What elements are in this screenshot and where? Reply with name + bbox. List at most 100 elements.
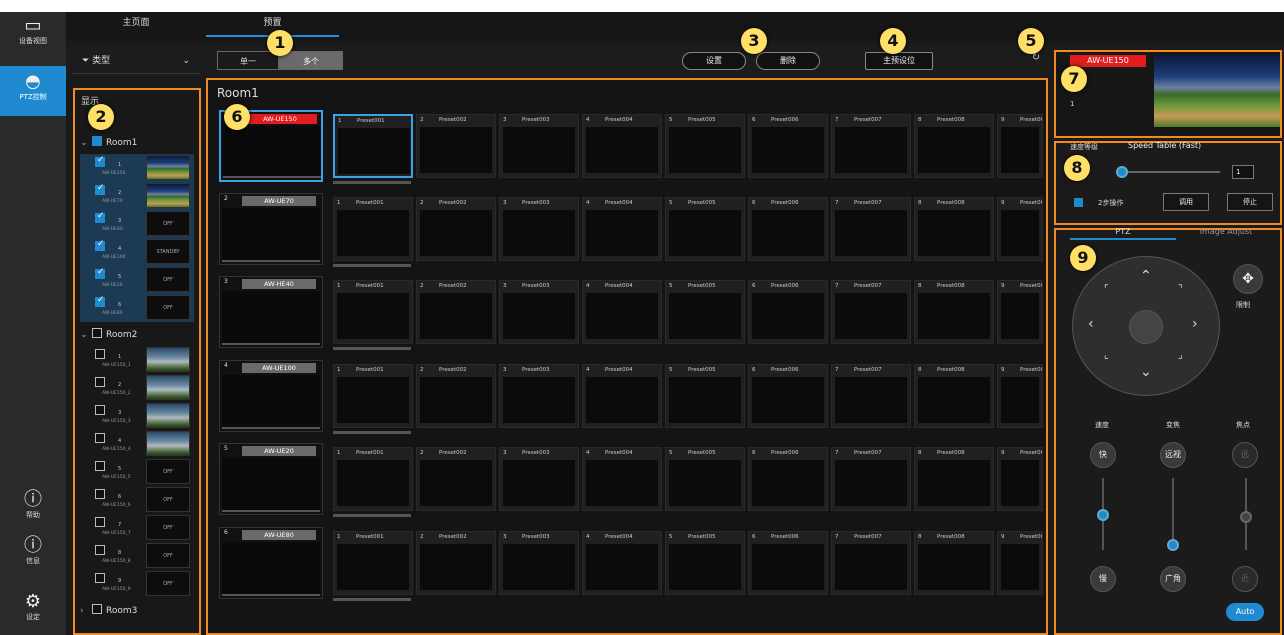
preset-tile[interactable]: 6 Preset006 <box>748 280 828 344</box>
preset-tile[interactable]: 1 Preset001 <box>333 280 413 344</box>
preset-tile[interactable]: 3 Preset003 <box>499 364 579 428</box>
preset-tile[interactable]: 5 Preset005 <box>665 197 745 261</box>
camera-checkbox[interactable] <box>95 545 105 555</box>
preset-tile[interactable]: 1 Preset001 <box>333 197 413 261</box>
tilt-down-icon[interactable]: ⌄ <box>1140 364 1152 380</box>
preset-tile[interactable]: 6 Preset006 <box>748 447 828 511</box>
tree-room-3[interactable]: › Room3 <box>80 604 137 618</box>
preset-row-scrollbar[interactable] <box>333 431 411 434</box>
expand-chevron-icon[interactable]: ⌄ <box>80 328 92 342</box>
preset-tile[interactable]: 1 Preset001 <box>333 114 413 178</box>
preset-tile[interactable]: 9 Preset009 <box>997 280 1043 344</box>
tree-camera-row[interactable]: 6 AW-UE150_6 OFF <box>80 486 194 514</box>
camera-checkbox[interactable] <box>95 517 105 527</box>
camera-checkbox[interactable] <box>95 239 105 251</box>
preset-tile[interactable]: 3 Preset003 <box>499 280 579 344</box>
single-mode-button[interactable]: 单一 <box>217 51 279 70</box>
pan-down-left-icon[interactable]: ⌞ <box>1104 350 1109 361</box>
preset-row-scrollbar[interactable] <box>333 514 411 517</box>
preset-tile[interactable]: 5 Preset005 <box>665 531 745 595</box>
nav-info[interactable]: ⓘ 信息 <box>0 536 66 572</box>
preset-tile[interactable]: 7 Preset007 <box>831 531 911 595</box>
focus-slider-handle[interactable] <box>1240 511 1252 523</box>
preset-tile[interactable]: 5 Preset005 <box>665 114 745 178</box>
camera-checkbox[interactable] <box>95 489 105 499</box>
camera-checkbox[interactable] <box>95 433 105 443</box>
preset-tile[interactable]: 8 Preset008 <box>914 447 994 511</box>
tilt-up-icon[interactable]: ⌃ <box>1140 268 1152 284</box>
preset-tile[interactable]: 5 Preset005 <box>665 364 745 428</box>
preset-tile[interactable]: 4 Preset004 <box>582 280 662 344</box>
tree-camera-row[interactable]: 3 AW-UE150_3 <box>80 402 194 430</box>
main-preset-button[interactable]: 主预设位 <box>865 52 933 70</box>
nav-device-view[interactable]: ▭ 设备视图 <box>0 16 66 62</box>
preset-tile[interactable]: 8 Preset008 <box>914 531 994 595</box>
camera-checkbox[interactable] <box>95 183 105 195</box>
preset-tile[interactable]: 6 Preset006 <box>748 364 828 428</box>
preset-tile[interactable]: 9 Preset009 <box>997 447 1043 511</box>
camera-checkbox[interactable] <box>95 267 105 279</box>
focus-far-button[interactable]: 远 <box>1232 442 1258 468</box>
camera-card[interactable]: 3 AW-HE40 <box>219 276 323 348</box>
preset-tile[interactable]: 9 Preset009 <box>997 197 1043 261</box>
speed-value-field[interactable]: 1 <box>1232 165 1254 179</box>
preset-tile[interactable]: 7 Preset007 <box>831 447 911 511</box>
focus-near-button[interactable]: 近 <box>1232 566 1258 592</box>
pan-up-right-icon[interactable]: ⌝ <box>1178 284 1183 295</box>
tree-camera-row[interactable]: 4 AW-UE150_4 <box>80 430 194 458</box>
tree-camera-row[interactable]: 4 AW-UE100 STANDBY <box>80 238 194 266</box>
preset-tile[interactable]: 5 Preset005 <box>665 280 745 344</box>
pan-left-icon[interactable]: ‹ <box>1088 316 1094 332</box>
preset-tile[interactable]: 8 Preset008 <box>914 364 994 428</box>
tree-camera-row[interactable]: 1 AW-UE150 <box>80 154 194 182</box>
tree-room-1[interactable]: ⌄ Room1 <box>80 136 137 150</box>
speed-table-select[interactable]: Speed Table (Fast) <box>1128 141 1201 150</box>
preset-tile[interactable]: 2 Preset002 <box>416 197 496 261</box>
tree-camera-row[interactable]: 6 AW-UE80 OFF <box>80 294 194 322</box>
expand-chevron-icon[interactable]: ⌄ <box>80 136 92 150</box>
camera-checkbox[interactable] <box>95 155 105 167</box>
speed-slider-handle[interactable] <box>1097 509 1109 521</box>
preset-tile[interactable]: 1 Preset001 <box>333 531 413 595</box>
preset-tile[interactable]: 7 Preset007 <box>831 364 911 428</box>
preset-tile[interactable]: 8 Preset008 <box>914 280 994 344</box>
tree-camera-row[interactable]: 5 AW-UE20 OFF <box>80 266 194 294</box>
tree-camera-row[interactable]: 8 AW-UE150_8 OFF <box>80 542 194 570</box>
preset-tile[interactable]: 7 Preset007 <box>831 114 911 178</box>
preset-tile[interactable]: 8 Preset008 <box>914 197 994 261</box>
tab-ptz[interactable]: PTZ <box>1070 227 1176 236</box>
preset-tile[interactable]: 4 Preset004 <box>582 364 662 428</box>
speed-slider-track[interactable] <box>1120 171 1220 173</box>
nav-help[interactable]: ⓘ 帮助 <box>0 490 66 526</box>
preset-tile[interactable]: 2 Preset002 <box>416 114 496 178</box>
preset-row-scrollbar[interactable] <box>333 347 411 350</box>
preset-tile[interactable]: 6 Preset006 <box>748 114 828 178</box>
preset-tile[interactable]: 3 Preset003 <box>499 197 579 261</box>
preset-row-scrollbar[interactable] <box>333 181 411 184</box>
preset-tile[interactable]: 2 Preset002 <box>416 364 496 428</box>
tree-camera-row[interactable]: 3 AW-HE40 OFF <box>80 210 194 238</box>
camera-card[interactable]: 5 AW-UE20 <box>219 443 323 515</box>
preset-tile[interactable]: 4 Preset004 <box>582 447 662 511</box>
speed-fast-button[interactable]: 快 <box>1090 442 1116 468</box>
speed-slider-knob[interactable] <box>1116 166 1128 178</box>
camera-card[interactable]: 4 AW-UE100 <box>219 360 323 432</box>
pan-down-right-icon[interactable]: ⌟ <box>1178 350 1183 361</box>
preset-tile[interactable]: 4 Preset004 <box>582 531 662 595</box>
tree-camera-row[interactable]: 7 AW-UE150_7 OFF <box>80 514 194 542</box>
preset-tile[interactable]: 1 Preset001 <box>333 364 413 428</box>
room-checkbox[interactable] <box>92 328 102 338</box>
preset-tile[interactable]: 7 Preset007 <box>831 197 911 261</box>
preset-tile[interactable]: 9 Preset009 <box>997 531 1043 595</box>
preset-tile[interactable]: 4 Preset004 <box>582 114 662 178</box>
speed-slow-button[interactable]: 慢 <box>1090 566 1116 592</box>
move-limit-icon[interactable]: ✥ <box>1233 264 1263 294</box>
preset-tile[interactable]: 9 Preset009 <box>997 364 1043 428</box>
tree-camera-row[interactable]: 2 AW-UE70 <box>80 182 194 210</box>
preset-tile[interactable]: 7 Preset007 <box>831 280 911 344</box>
camera-checkbox[interactable] <box>95 211 105 223</box>
stop-button[interactable]: 停止 <box>1227 193 1273 211</box>
two-step-checkbox[interactable] <box>1074 198 1083 207</box>
preset-tile[interactable]: 2 Preset002 <box>416 280 496 344</box>
zoom-wide-button[interactable]: 广角 <box>1160 566 1186 592</box>
